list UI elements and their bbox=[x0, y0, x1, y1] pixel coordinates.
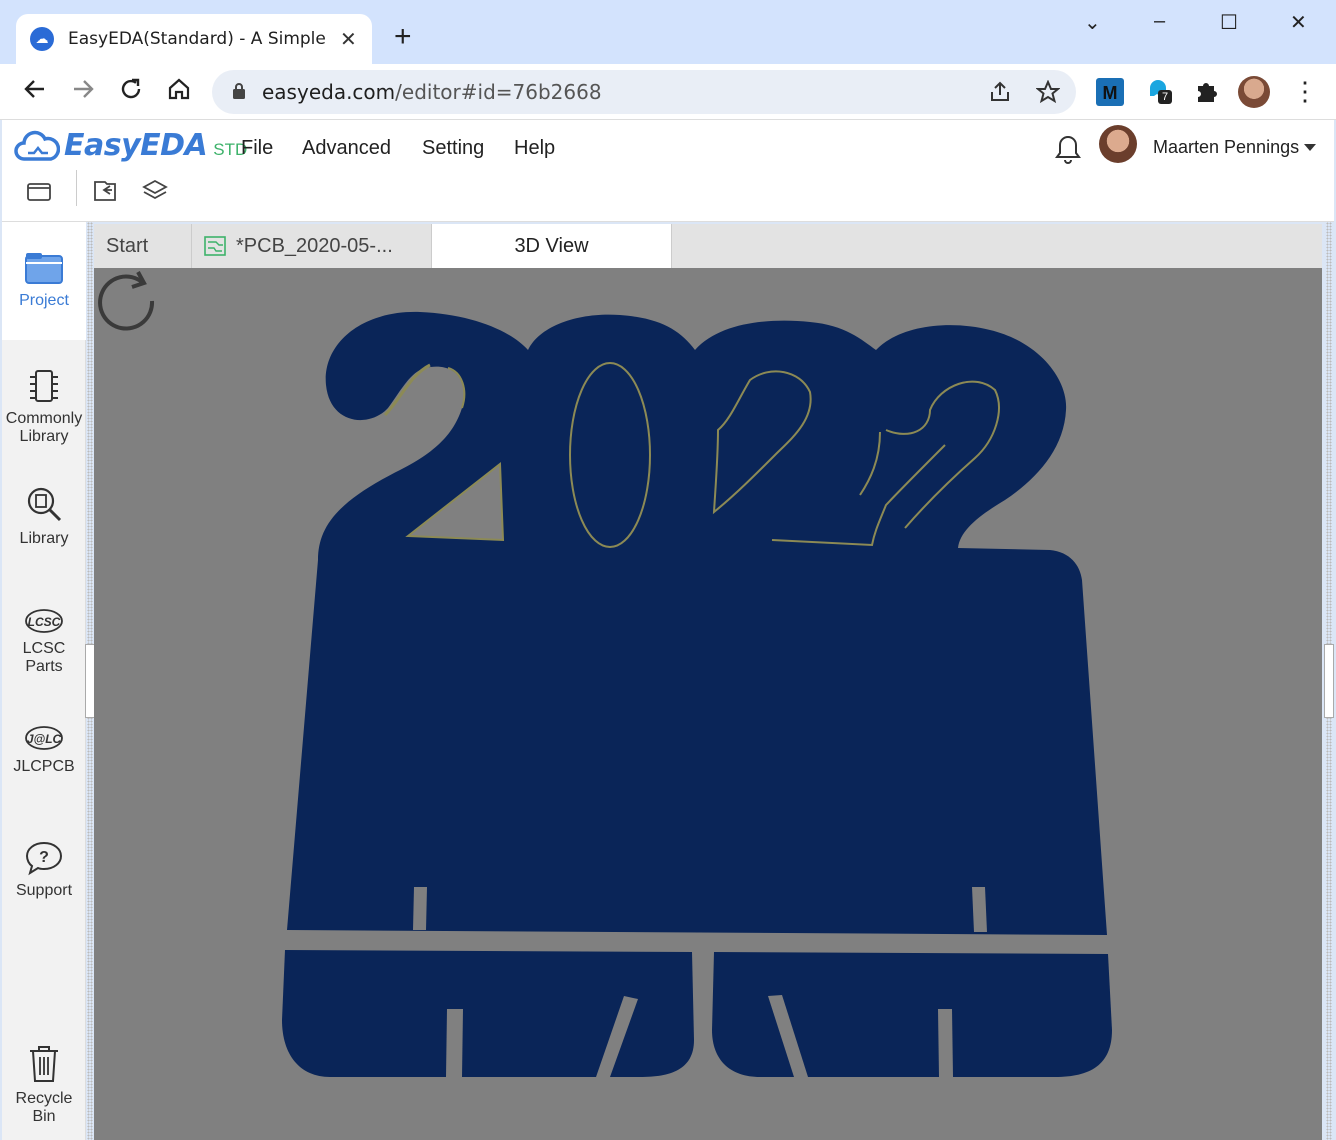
menu-advanced[interactable]: Advanced bbox=[302, 137, 391, 160]
left-sidebar: Project Commonly Library Library LCSC LC… bbox=[2, 222, 86, 1140]
notification-bell-icon[interactable] bbox=[1054, 134, 1082, 166]
url-host: easyeda.com bbox=[262, 80, 396, 104]
svg-text:M: M bbox=[1103, 83, 1118, 103]
extension-m-icon[interactable]: M bbox=[1096, 78, 1124, 106]
user-avatar[interactable] bbox=[1099, 125, 1137, 163]
sidebar-label: JLCPCB bbox=[13, 758, 75, 775]
sidebar-label: Parts bbox=[25, 658, 63, 675]
sidebar-label: LCSC bbox=[22, 640, 66, 657]
sidebar-item-recycle-bin[interactable]: Recycle Bin bbox=[2, 1042, 86, 1126]
sidebar-label: Bin bbox=[32, 1108, 56, 1125]
folder-tool-icon[interactable] bbox=[24, 176, 54, 206]
sidebar-label: Commonly bbox=[5, 410, 83, 427]
tab-search-icon[interactable]: ⌄ bbox=[1084, 10, 1101, 35]
lcsc-logo-text: LCSC bbox=[28, 615, 61, 629]
share-icon[interactable] bbox=[988, 80, 1012, 110]
jlc-logo-text: J@LC bbox=[27, 732, 62, 746]
svg-text:?: ? bbox=[39, 849, 49, 866]
sidebar-label: Library bbox=[19, 530, 69, 547]
sidebar-item-lcsc-parts[interactable]: LCSC LCSC Parts bbox=[2, 608, 86, 676]
maximize-button[interactable]: ☐ bbox=[1220, 10, 1238, 35]
browser-tab[interactable]: ☁ EasyEDA(Standard) - A Simple and Power… bbox=[16, 14, 372, 64]
url-text: easyeda.com/editor#id=76b2668 bbox=[262, 80, 602, 104]
document-tabs: Start *PCB_2020-05-... 3D View bbox=[94, 224, 1322, 268]
pcb-3d-render bbox=[282, 311, 1112, 1077]
browser-toolbar: easyeda.com/editor#id=76b2668 M 7 ⋮ bbox=[0, 64, 1336, 120]
extension-ghostery-icon[interactable]: 7 bbox=[1146, 78, 1174, 106]
library-search-icon bbox=[27, 487, 62, 522]
lock-icon bbox=[233, 83, 245, 99]
project-folder-icon bbox=[25, 253, 63, 284]
pcb-document-icon bbox=[204, 236, 226, 256]
lcsc-logo-icon: LCSC bbox=[25, 609, 63, 633]
browser-menu-kebab-icon[interactable]: ⋮ bbox=[1292, 76, 1318, 107]
sidebar-item-commonly-library[interactable]: Commonly Library bbox=[2, 368, 86, 446]
home-icon[interactable] bbox=[166, 76, 192, 108]
tab-label: Start bbox=[106, 234, 149, 257]
support-question-icon: ? bbox=[25, 841, 63, 876]
reload-icon[interactable] bbox=[118, 76, 144, 108]
auto-rotate-icon[interactable] bbox=[94, 268, 160, 334]
browser-titlebar: ☁ EasyEDA(Standard) - A Simple and Power… bbox=[0, 0, 1336, 64]
import-tool-icon[interactable] bbox=[90, 176, 120, 206]
pcb-board bbox=[282, 311, 1112, 1077]
sidebar-label: Project bbox=[19, 292, 69, 309]
collapse-right-panel-handle[interactable] bbox=[1324, 644, 1334, 718]
new-tab-button[interactable]: + bbox=[394, 22, 412, 52]
sidebar-label: Recycle bbox=[15, 1090, 73, 1107]
jlc-logo-icon: J@LC bbox=[25, 726, 63, 750]
layers-tool-icon[interactable] bbox=[140, 176, 170, 206]
tab-3d-view[interactable]: 3D View bbox=[432, 224, 672, 268]
user-name[interactable]: Maarten Pennings bbox=[1153, 137, 1299, 158]
tab-label: *PCB_2020-05-... bbox=[236, 234, 393, 257]
tab-title: EasyEDA(Standard) - A Simple and Powerfu… bbox=[68, 29, 330, 49]
3d-viewport[interactable] bbox=[94, 268, 1322, 1140]
brand-name: EasyEDA bbox=[64, 128, 208, 163]
sidebar-label: Support bbox=[15, 882, 73, 899]
tab-label: 3D View bbox=[514, 234, 589, 257]
menu-help[interactable]: Help bbox=[514, 137, 555, 160]
app-header: EasyEDA STD File Advanced Setting Help M… bbox=[2, 120, 1334, 222]
sidebar-item-library[interactable]: Library bbox=[2, 484, 86, 548]
extensions-puzzle-icon[interactable] bbox=[1192, 78, 1220, 106]
bookmark-star-icon[interactable] bbox=[1035, 79, 1061, 110]
close-window-button[interactable]: ✕ bbox=[1290, 10, 1307, 35]
extension-badge: 7 bbox=[1158, 90, 1173, 104]
easyeda-cloud-icon bbox=[14, 130, 60, 161]
sidebar-item-support[interactable]: ? Support bbox=[2, 840, 86, 900]
minimize-button[interactable]: – bbox=[1154, 10, 1165, 33]
sidebar-item-jlcpcb[interactable]: J@LC JLCPCB bbox=[2, 724, 86, 776]
back-arrow-icon[interactable] bbox=[22, 76, 48, 108]
trash-icon bbox=[30, 1046, 58, 1082]
address-bar[interactable]: easyeda.com/editor#id=76b2668 bbox=[212, 70, 1076, 114]
toolbar-separator bbox=[76, 170, 77, 206]
easyeda-favicon-icon: ☁ bbox=[30, 27, 54, 51]
user-menu-caret-icon[interactable] bbox=[1304, 144, 1316, 151]
tab-start[interactable]: Start bbox=[94, 224, 192, 268]
tab-close-icon[interactable]: ✕ bbox=[340, 27, 357, 52]
menu-setting[interactable]: Setting bbox=[422, 137, 484, 160]
chip-icon bbox=[30, 370, 58, 402]
tab-pcb[interactable]: *PCB_2020-05-... bbox=[192, 224, 432, 268]
forward-arrow-icon[interactable] bbox=[70, 76, 96, 108]
sidebar-item-project[interactable]: Project bbox=[2, 222, 86, 340]
easyeda-logo: EasyEDA STD bbox=[14, 128, 247, 163]
browser-profile-avatar[interactable] bbox=[1238, 76, 1270, 108]
menu-file[interactable]: File bbox=[241, 137, 273, 160]
sidebar-label: Library bbox=[19, 428, 69, 445]
url-path: /editor#id=76b2668 bbox=[395, 80, 602, 104]
